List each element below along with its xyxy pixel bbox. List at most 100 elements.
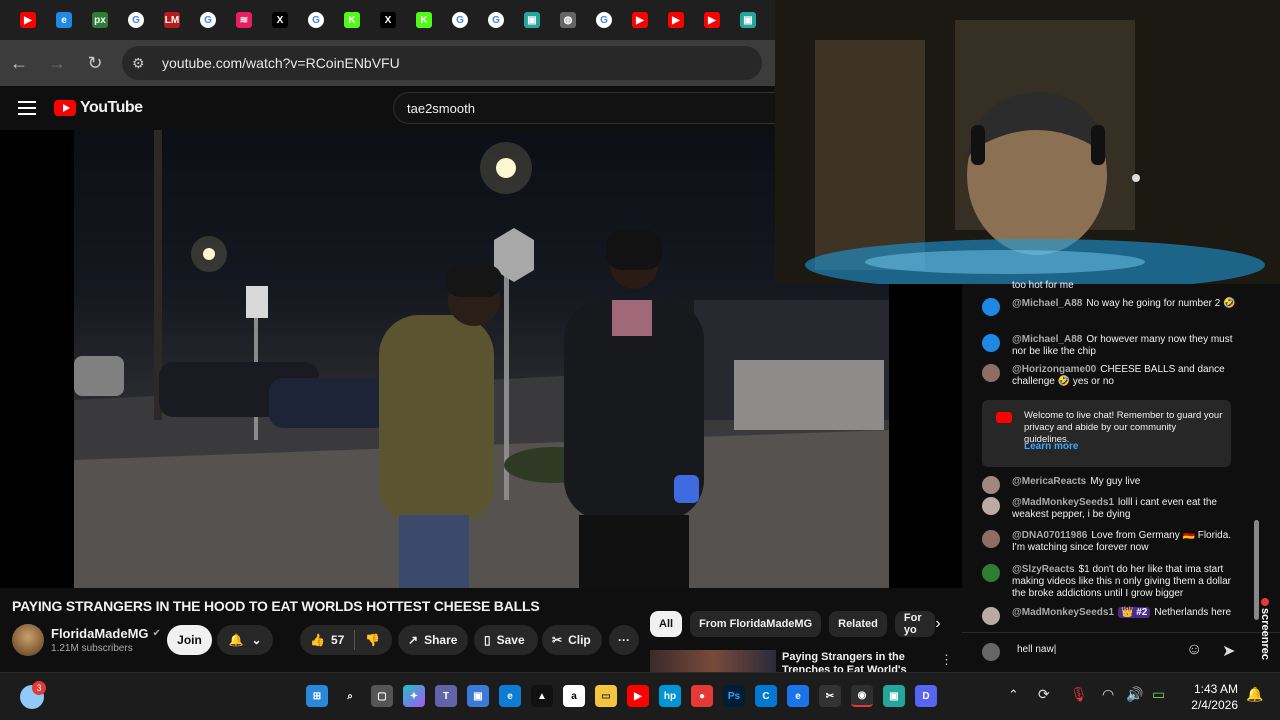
store-icon[interactable]: ▣ xyxy=(467,685,489,707)
file-explorer-icon[interactable]: ▭ xyxy=(595,685,617,707)
chat-avatar[interactable] xyxy=(982,334,1000,352)
app-red-icon[interactable]: ● xyxy=(691,685,713,707)
thumbs-down-icon: 👎 xyxy=(365,633,381,647)
video-frame[interactable] xyxy=(74,130,889,588)
wifi-icon[interactable]: ◠ xyxy=(1102,686,1114,703)
teams-icon[interactable]: T xyxy=(435,685,457,707)
learn-more-link[interactable]: Learn more xyxy=(1024,441,1078,452)
like-button[interactable]: 👍 57 xyxy=(310,633,344,647)
chat-author[interactable]: @Horizongame00 xyxy=(1012,364,1096,375)
reload-button[interactable]: ↻ xyxy=(76,44,114,82)
save-button[interactable]: ▯ Save xyxy=(474,625,538,655)
chat-avatar[interactable] xyxy=(982,364,1000,382)
verified-check-icon: ✔ xyxy=(152,628,161,639)
address-bar[interactable]: ⚙ youtube.com/watch?v=RCoinENbVFU xyxy=(122,46,762,80)
related-video-title[interactable]: Paying Strangers in the Trenches to Eat … xyxy=(782,651,932,672)
task-view-icon[interactable]: ▢ xyxy=(371,685,393,707)
windows-start-icon[interactable]: ⊞ xyxy=(306,685,328,707)
browser-tab[interactable]: ▶ xyxy=(622,0,658,40)
back-button[interactable]: ← xyxy=(0,44,38,82)
search-input[interactable]: tae2smooth xyxy=(393,92,775,124)
channel-name[interactable]: FloridaMadeMG xyxy=(51,626,149,641)
browser-tab[interactable]: G xyxy=(298,0,334,40)
chat-author[interactable]: @DNA07011986 xyxy=(1012,530,1087,541)
chat-avatar[interactable] xyxy=(982,497,1000,515)
copilot-icon[interactable]: ✦ xyxy=(403,685,425,707)
edge-icon[interactable]: e xyxy=(499,685,521,707)
browser-tab[interactable]: ▶ xyxy=(658,0,694,40)
hamburger-menu-icon[interactable] xyxy=(18,101,36,115)
tab-all[interactable]: All xyxy=(650,611,683,637)
browser-tab[interactable]: px xyxy=(82,0,118,40)
photoshop-icon[interactable]: Ps xyxy=(723,685,745,707)
chat-author[interactable]: @SlzyReacts xyxy=(1012,564,1075,575)
tab-related[interactable]: Related xyxy=(829,611,887,637)
browser-tab[interactable]: X xyxy=(262,0,298,40)
browser-tab[interactable]: ≋ xyxy=(226,0,262,40)
app-green-taskbar-icon[interactable]: ▣ xyxy=(883,685,905,707)
search-icon[interactable]: ⌕ xyxy=(339,685,361,707)
browser-tab[interactable]: ▶ xyxy=(694,0,730,40)
browser-tab[interactable]: ▶ xyxy=(10,0,46,40)
hp-icon[interactable]: hp xyxy=(659,685,681,707)
browser-tab[interactable]: K xyxy=(334,0,370,40)
dislike-button[interactable]: 👎 xyxy=(365,633,380,647)
notification-bell-icon[interactable]: 🔔 xyxy=(1246,686,1263,703)
chat-avatar[interactable] xyxy=(982,298,1000,316)
chat-author[interactable]: @MadMonkeySeeds1 xyxy=(1012,497,1114,508)
browser-tab[interactable]: LM xyxy=(154,0,190,40)
browser-tab[interactable]: G xyxy=(586,0,622,40)
join-button[interactable]: Join xyxy=(167,625,212,655)
send-icon[interactable]: ➤ xyxy=(1222,641,1235,661)
youtube-logo[interactable]: YouTube xyxy=(54,99,143,117)
related-video-thumbnail[interactable] xyxy=(650,650,776,672)
discord-icon[interactable]: D xyxy=(915,685,937,707)
app-c-icon[interactable]: C xyxy=(755,685,777,707)
browser-tab[interactable]: G xyxy=(190,0,226,40)
browser-tab[interactable]: G xyxy=(118,0,154,40)
sync-icon[interactable]: ⟳ xyxy=(1038,686,1050,703)
chat-avatar[interactable] xyxy=(982,530,1000,548)
battery-icon[interactable]: ▭ xyxy=(1152,686,1165,703)
chat-avatar[interactable] xyxy=(982,607,1000,625)
app-edge-dev-icon[interactable]: e xyxy=(787,685,809,707)
more-actions-button[interactable]: ··· xyxy=(609,625,639,655)
browser-tab[interactable]: X xyxy=(370,0,406,40)
chat-text: My guy live xyxy=(1090,476,1141,487)
amazon-icon[interactable]: a xyxy=(563,685,585,707)
browser-tab[interactable]: G xyxy=(442,0,478,40)
chat-author[interactable]: @MadMonkeySeeds1 xyxy=(1012,607,1114,618)
chat-avatar[interactable] xyxy=(982,564,1000,582)
channel-avatar[interactable] xyxy=(12,624,44,656)
browser-tab[interactable]: e xyxy=(46,0,82,40)
notifications-button[interactable]: 🔔 ⌄ xyxy=(217,625,273,655)
windows-taskbar: 3 ⊞ ⌕ ▢ ✦ T ▣ e ▲ a ▭ ▶ hp ● Ps C e ✂ ◉ … xyxy=(0,672,1280,720)
browser-tab[interactable]: G xyxy=(478,0,514,40)
browser-tab[interactable]: ▣ xyxy=(514,0,550,40)
share-button[interactable]: ↗ Share xyxy=(398,625,468,655)
site-info-icon[interactable]: ⚙ xyxy=(132,55,154,72)
chat-author[interactable]: @Michael_A88 xyxy=(1012,334,1082,345)
browser-tab[interactable]: ◍ xyxy=(550,0,586,40)
browser-tab[interactable]: ▣ xyxy=(730,0,766,40)
tab-from-channel[interactable]: From FloridaMadeMG xyxy=(690,611,822,637)
chrome-icon[interactable]: ◉ xyxy=(851,685,873,707)
show-hidden-icons[interactable]: ⌃ xyxy=(1008,687,1019,703)
chevron-right-icon[interactable]: › xyxy=(926,612,950,636)
forward-button[interactable]: → xyxy=(38,44,76,82)
chat-author[interactable]: @MericaReacts xyxy=(1012,476,1086,487)
clock[interactable]: 1:43 AM 2/4/2026 xyxy=(1180,681,1238,713)
emoji-icon[interactable]: ☺ xyxy=(1186,641,1202,659)
volume-icon[interactable]: 🔊 xyxy=(1126,686,1143,703)
chat-input[interactable]: hell naw| xyxy=(1017,644,1056,655)
youtube-taskbar-icon[interactable]: ▶ xyxy=(627,685,649,707)
globe-icon: ◍ xyxy=(560,12,576,28)
clip-button[interactable]: ✂ Clip xyxy=(542,625,602,655)
capcut-icon[interactable]: ✂ xyxy=(819,685,841,707)
chat-avatar[interactable] xyxy=(982,476,1000,494)
kebab-menu-icon[interactable]: ⋮ xyxy=(940,652,953,668)
microphone-icon[interactable]: 🎙 xyxy=(1070,686,1088,703)
browser-tab[interactable]: K xyxy=(406,0,442,40)
app-triangle-icon[interactable]: ▲ xyxy=(531,685,553,707)
chat-author[interactable]: @Michael_A88 xyxy=(1012,298,1082,309)
